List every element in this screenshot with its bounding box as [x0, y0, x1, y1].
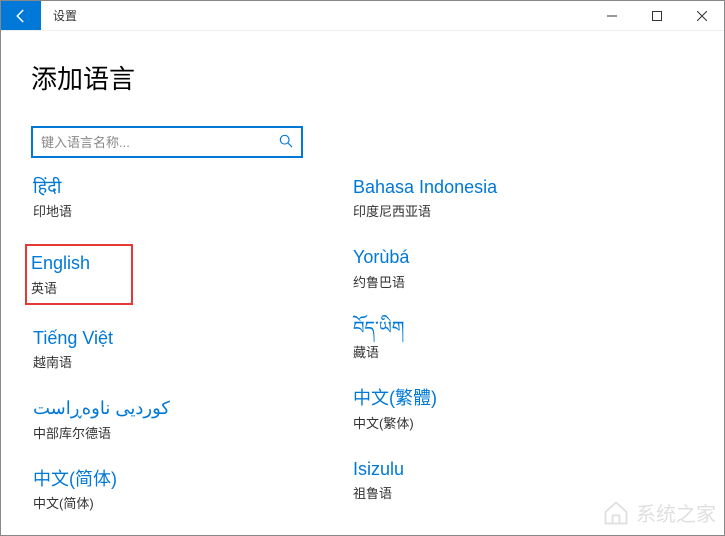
- page-title: 添加语言: [31, 59, 694, 96]
- language-item[interactable]: Tiếng Việt 越南语: [31, 325, 291, 373]
- minimize-icon: [607, 11, 617, 21]
- language-local-name: 越南语: [33, 352, 289, 371]
- language-native-name: Yorùbá: [353, 246, 609, 269]
- language-item[interactable]: 中文(简体) 中文(简体): [31, 466, 291, 514]
- language-column-right: Bahasa Indonesia 印度尼西亚语 Yorùbá 约鲁巴语 བོད་ཡིག 藏…: [351, 174, 611, 536]
- titlebar: 设置: [1, 1, 724, 31]
- language-native-name: Tiếng Việt: [33, 327, 289, 350]
- language-native-name: کوردیی ناوەڕاست: [33, 397, 289, 420]
- language-item[interactable]: Isizulu 祖鲁语: [351, 456, 611, 504]
- search-container: [31, 126, 694, 158]
- language-local-name: 印地语: [33, 201, 289, 220]
- content-area: 添加语言 हिंदी 印地语 English 英语 Tiếng Việt 越南语 کوردی…: [1, 31, 724, 536]
- language-grid: हिंदी 印地语 English 英语 Tiếng Việt 越南语 کوردیی ناو…: [31, 174, 694, 536]
- language-item[interactable]: བོད་ཡིག 藏语: [351, 315, 611, 363]
- search-icon: [279, 134, 293, 151]
- language-native-name: Bahasa Indonesia: [353, 176, 609, 199]
- language-local-name: 印度尼西亚语: [353, 201, 609, 220]
- language-native-name: हिंदी: [33, 176, 289, 199]
- language-local-name: 藏语: [353, 342, 609, 361]
- language-item[interactable]: Yorùbá 约鲁巴语: [351, 244, 611, 292]
- language-native-name: བོད་ཡིག: [353, 317, 609, 340]
- language-local-name: 祖鲁语: [353, 483, 609, 502]
- language-item[interactable]: کوردیی ناوەڕاست 中部库尔德语: [31, 395, 291, 443]
- language-local-name: 约鲁巴语: [353, 272, 609, 291]
- language-local-name: 英语: [31, 278, 121, 297]
- close-button[interactable]: [679, 1, 724, 30]
- window-controls: [589, 1, 724, 30]
- language-column-left: हिंदी 印地语 English 英语 Tiếng Việt 越南语 کوردیی ناو…: [31, 174, 291, 536]
- language-item[interactable]: हिंदी 印地语: [31, 174, 291, 222]
- window-title: 设置: [41, 1, 89, 30]
- language-local-name: 中文(简体): [33, 493, 289, 512]
- language-local-name: 中文(繁体): [353, 413, 609, 432]
- language-item[interactable]: 中文(繁體) 中文(繁体): [351, 385, 611, 433]
- language-item[interactable]: English 英语: [25, 244, 133, 304]
- arrow-left-icon: [12, 7, 30, 25]
- maximize-button[interactable]: [634, 1, 679, 30]
- maximize-icon: [652, 11, 662, 21]
- minimize-button[interactable]: [589, 1, 634, 30]
- language-local-name: 中部库尔德语: [33, 423, 289, 442]
- close-icon: [697, 11, 707, 21]
- search-box[interactable]: [31, 126, 303, 158]
- language-native-name: English: [31, 252, 121, 275]
- back-button[interactable]: [1, 1, 41, 30]
- search-input[interactable]: [41, 128, 279, 156]
- language-native-name: Isizulu: [353, 458, 609, 481]
- language-native-name: 中文(简体): [33, 468, 289, 491]
- language-item[interactable]: Bahasa Indonesia 印度尼西亚语: [351, 174, 611, 222]
- language-native-name: 中文(繁體): [353, 387, 609, 410]
